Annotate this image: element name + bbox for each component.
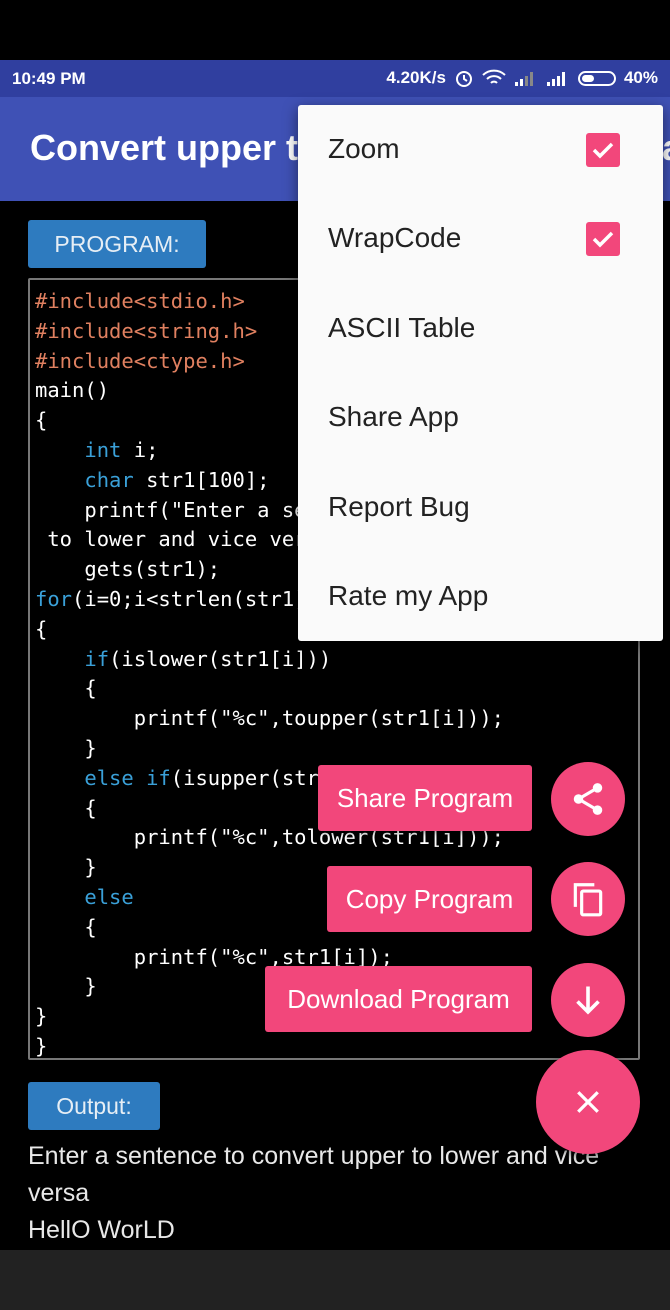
copy-program-button[interactable]: Copy Program xyxy=(327,866,532,932)
signal-icon xyxy=(546,72,565,86)
code-line: i; xyxy=(121,437,159,462)
code-keyword: else xyxy=(84,884,134,909)
download-program-button[interactable]: Download Program xyxy=(265,966,532,1032)
code-line: } xyxy=(35,735,97,760)
close-icon xyxy=(577,1091,599,1113)
menu-item-ascii-table[interactable]: ASCII Table xyxy=(328,312,475,344)
code-line: } xyxy=(35,855,97,880)
code-keyword: else xyxy=(84,765,134,790)
code-line: printf("%c",toupper(str1[i])); xyxy=(35,706,504,731)
arrow-down-icon xyxy=(576,986,600,1015)
signal-icon xyxy=(514,72,533,86)
status-right: 4.20K/s 40% xyxy=(386,68,658,88)
wrapcode-checkbox[interactable] xyxy=(586,222,620,256)
code-keyword: if xyxy=(146,765,171,790)
code-line: #include<string.h> xyxy=(35,318,258,343)
top-inset xyxy=(0,0,670,60)
navigation-bar xyxy=(0,1250,670,1310)
code-line: printf("%c",str1[i]); xyxy=(35,944,393,969)
code-line: #include<ctype.h> xyxy=(35,348,245,373)
output-line: versa xyxy=(28,1179,90,1207)
output-label: Output: xyxy=(28,1082,160,1130)
status-bar: 10:49 PM 4.20K/s 40% xyxy=(0,60,670,97)
code-line: } xyxy=(35,974,97,999)
share-icon xyxy=(573,783,603,815)
alarm-icon xyxy=(455,71,472,87)
output-line: Enter a sentence to convert upper to low… xyxy=(28,1142,600,1170)
code-keyword: if xyxy=(84,646,110,671)
network-speed: 4.20K/s xyxy=(386,68,446,87)
menu-item-rate-app[interactable]: Rate my App xyxy=(328,580,488,612)
code-keyword: int xyxy=(84,437,122,462)
code-line: { xyxy=(35,795,97,820)
code-line: gets(str1); xyxy=(35,557,221,582)
program-label: PROGRAM: xyxy=(28,220,206,268)
code-keyword: for xyxy=(35,586,73,611)
menu-item-wrapcode[interactable]: WrapCode xyxy=(328,222,461,254)
share-program-button[interactable]: Share Program xyxy=(318,765,532,831)
code-line: { xyxy=(35,408,48,433)
zoom-checkbox[interactable] xyxy=(586,133,620,167)
status-time: 10:49 PM xyxy=(12,69,86,88)
check-icon xyxy=(592,142,614,159)
wifi-icon xyxy=(482,69,506,84)
share-fab[interactable] xyxy=(551,762,625,836)
copy-icon xyxy=(573,883,603,917)
close-fab[interactable] xyxy=(536,1050,640,1154)
menu-item-zoom[interactable]: Zoom xyxy=(328,133,400,165)
code-line: #include<stdio.h> xyxy=(35,289,245,313)
menu-item-report-bug[interactable]: Report Bug xyxy=(328,491,470,523)
code-line: (islower(str1[i])) xyxy=(109,646,332,671)
battery-icon xyxy=(577,70,616,86)
output-text: Enter a sentence to convert upper to low… xyxy=(28,1138,648,1249)
code-line: } xyxy=(35,1033,48,1058)
code-line: { xyxy=(35,616,48,641)
code-line: { xyxy=(35,914,97,939)
output-line: HellO WorLD xyxy=(28,1216,175,1244)
code-line: str1[100]; xyxy=(133,467,270,492)
code-keyword: char xyxy=(84,467,134,492)
code-line: } xyxy=(35,1004,48,1029)
code-line: main() xyxy=(35,378,110,403)
copy-fab[interactable] xyxy=(551,862,625,936)
code-line: { xyxy=(35,676,97,701)
menu-item-share-app[interactable]: Share App xyxy=(328,401,459,433)
battery-level: 40% xyxy=(623,68,658,87)
overflow-menu: Zoom WrapCode ASCII Table Share App Repo… xyxy=(298,105,663,641)
check-icon xyxy=(592,231,614,248)
download-fab[interactable] xyxy=(551,963,625,1037)
